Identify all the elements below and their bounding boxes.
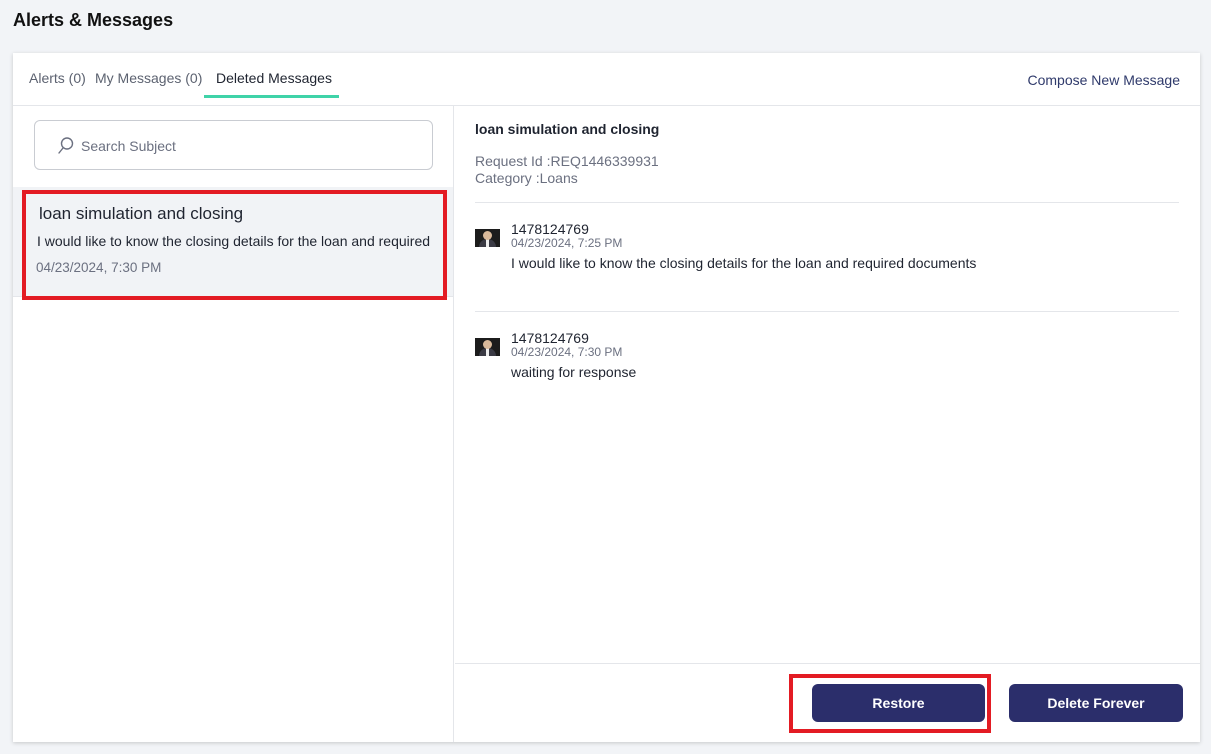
message-date: 04/23/2024, 7:30 PM — [511, 345, 623, 359]
message-date: 04/23/2024, 7:25 PM — [511, 236, 623, 250]
active-tab-indicator — [204, 95, 339, 98]
list-item-subject: loan simulation and closing — [39, 204, 244, 223]
list-item[interactable]: loan simulation and closing I would like… — [13, 187, 453, 300]
avatar — [475, 229, 500, 247]
thread-message: 1478124769 04/23/2024, 7:30 PM waiting f… — [475, 330, 1179, 400]
search-box[interactable] — [34, 120, 433, 170]
search-input[interactable] — [81, 133, 421, 159]
delete-forever-button[interactable]: Delete Forever — [1009, 684, 1183, 722]
tab-deleted-messages[interactable]: Deleted Messages — [216, 70, 332, 86]
list-item-preview: I would like to know the closing details… — [37, 233, 431, 249]
tabs-bar: Alerts (0) My Messages (0) Deleted Messa… — [13, 53, 1200, 106]
divider — [475, 202, 1179, 203]
message-body: I would like to know the closing details… — [511, 255, 977, 271]
action-footer: Restore Delete Forever — [455, 663, 1200, 742]
thread-message: 1478124769 04/23/2024, 7:25 PM I would l… — [475, 221, 1179, 291]
tab-alerts[interactable]: Alerts (0) — [29, 70, 86, 86]
avatar — [475, 338, 500, 356]
message-sender: 1478124769 — [511, 330, 589, 346]
list-item-date: 04/23/2024, 7:30 PM — [36, 260, 162, 275]
divider — [475, 311, 1179, 312]
detail-subject: loan simulation and closing — [475, 121, 660, 137]
compose-new-message-link[interactable]: Compose New Message — [1027, 72, 1180, 88]
restore-button[interactable]: Restore — [812, 684, 985, 722]
messages-card: Alerts (0) My Messages (0) Deleted Messa… — [13, 53, 1200, 742]
search-icon — [58, 137, 74, 154]
message-detail-pane: loan simulation and closing Request Id :… — [455, 106, 1200, 742]
message-sender: 1478124769 — [511, 221, 589, 237]
message-body: waiting for response — [511, 364, 637, 380]
message-list-pane: loan simulation and closing I would like… — [13, 106, 454, 742]
category: Category :Loans — [475, 170, 578, 186]
tab-my-messages[interactable]: My Messages (0) — [95, 70, 202, 86]
page-title: Alerts & Messages — [13, 10, 174, 30]
request-id: Request Id :REQ1446339931 — [475, 153, 659, 169]
